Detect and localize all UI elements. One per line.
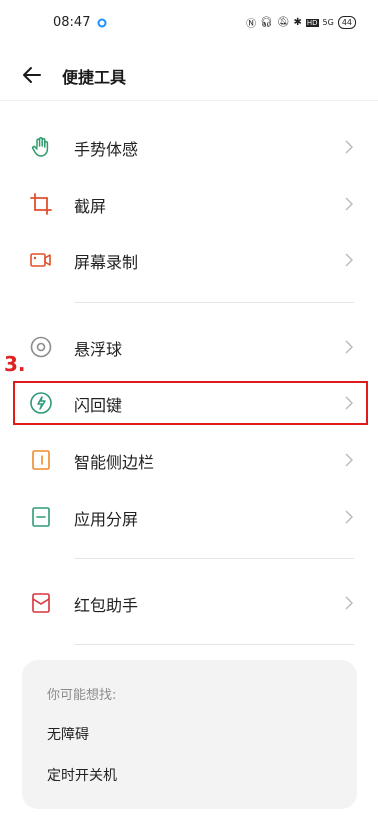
- row-screen-record-label: 屏幕录制: [74, 253, 139, 272]
- chevron-right-icon: [345, 596, 354, 610]
- row-gesture-label: 手势体感: [74, 140, 139, 159]
- row-red-envelope[interactable]: 红包助手: [0, 575, 378, 631]
- row-smart-sidebar[interactable]: 智能侧边栏: [0, 432, 378, 488]
- row-split-screen-label: 应用分屏: [74, 510, 139, 529]
- nfc-icon: Ⓝ: [246, 19, 257, 30]
- chevron-right-icon: [345, 340, 354, 354]
- chevron-right-icon: [345, 140, 354, 154]
- row-floating-ball-label: 悬浮球: [74, 340, 123, 359]
- suggestion-scheduled-power[interactable]: 定时开关机: [47, 765, 117, 785]
- page-title: 便捷工具: [62, 68, 127, 87]
- row-screenshot[interactable]: 截屏: [0, 176, 378, 232]
- suggestions-title: 你可能想找:: [47, 688, 117, 703]
- hand-gesture-icon: [31, 137, 49, 157]
- status-icons: Ⓝ 🎧︎ 🔕︎ ✱ HD 5G 44: [246, 15, 356, 30]
- row-smart-sidebar-label: 智能侧边栏: [74, 453, 155, 472]
- chevron-right-icon: [345, 510, 354, 524]
- crop-icon: [30, 193, 52, 215]
- row-split-screen[interactable]: 应用分屏: [0, 489, 378, 545]
- sync-icon: [97, 18, 107, 28]
- mute-icon: 🔕︎: [276, 17, 290, 28]
- signal-icon: 5G: [322, 18, 334, 27]
- row-gesture[interactable]: 手势体感: [0, 119, 378, 175]
- row-screenshot-label: 截屏: [74, 197, 107, 216]
- video-record-icon: [30, 253, 51, 267]
- bluetooth-icon: ✱: [293, 17, 302, 28]
- row-flashback-key[interactable]: 闪回键: [0, 375, 378, 431]
- flashback-icon: [30, 392, 52, 414]
- sidebar-icon: [32, 450, 50, 470]
- chevron-right-icon: [345, 396, 354, 410]
- headset-icon: 🎧︎: [260, 17, 273, 28]
- status-bar: 08:47 Ⓝ 🎧︎ 🔕︎ ✱ HD 5G 44: [0, 0, 378, 46]
- chevron-right-icon: [345, 197, 354, 211]
- suggestions-card: 你可能想找: 无障碍 定时开关机: [22, 660, 357, 809]
- battery-icon: 44: [337, 16, 356, 29]
- section-divider: [74, 644, 354, 645]
- header: 便捷工具: [0, 52, 378, 98]
- back-arrow-icon[interactable]: [20, 63, 44, 87]
- step-annotation: 3.: [4, 352, 26, 376]
- suggestion-accessibility[interactable]: 无障碍: [47, 724, 89, 744]
- chevron-right-icon: [345, 253, 354, 267]
- header-divider: [0, 100, 378, 101]
- chevron-right-icon: [345, 453, 354, 467]
- section-divider: [74, 558, 354, 559]
- status-time: 08:47: [53, 15, 91, 30]
- hd-icon: HD: [305, 18, 319, 27]
- row-screen-record[interactable]: 屏幕录制: [0, 232, 378, 288]
- floating-ball-icon: [30, 336, 52, 358]
- split-screen-icon: [32, 507, 50, 527]
- red-envelope-icon: [32, 593, 50, 613]
- row-floating-ball[interactable]: 悬浮球: [0, 319, 378, 375]
- row-red-envelope-label: 红包助手: [74, 596, 139, 615]
- section-divider: [74, 302, 354, 303]
- row-flashback-key-label: 闪回键: [74, 396, 123, 415]
